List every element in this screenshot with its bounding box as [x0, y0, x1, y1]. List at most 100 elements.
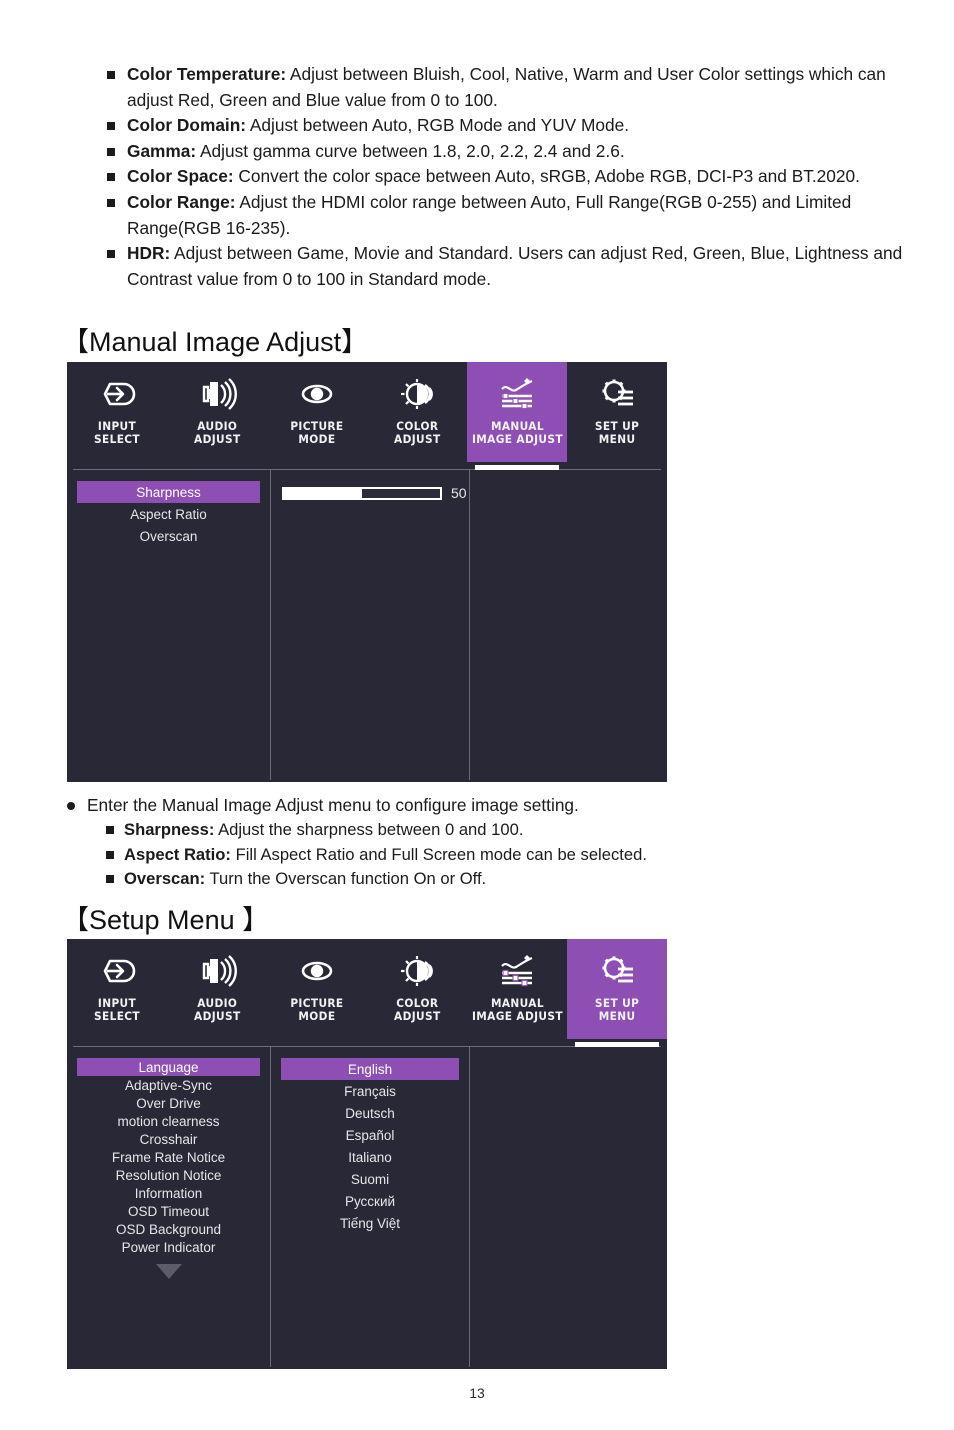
- osd-item[interactable]: Information: [77, 1184, 260, 1202]
- osd-menu-list: Language Adaptive-Sync Over Drive motion cl…: [67, 1047, 270, 1367]
- osd-item[interactable]: OSD Background: [77, 1220, 260, 1238]
- note-term: Aspect Ratio:: [124, 844, 231, 864]
- osd-value-column: 50: [270, 470, 469, 780]
- audio-adjust-icon: [197, 951, 237, 991]
- sharpness-slider-track[interactable]: [282, 486, 442, 500]
- note-item: Aspect Ratio: Fill Aspect Ratio and Full…: [104, 843, 927, 868]
- osd-panel-setup-menu: INPUT SELECT AUDIO ADJUST PICTURE MODE C…: [67, 939, 667, 1369]
- bullet-square-icon: [106, 850, 114, 859]
- osd-item[interactable]: Power Indicator: [77, 1238, 260, 1256]
- osd-tab-picture-mode[interactable]: PICTURE MODE: [267, 939, 367, 1039]
- color-adjust-icon: [397, 951, 437, 991]
- bullet-term: Gamma:: [127, 140, 197, 161]
- osd-tab-label: PICTURE MODE: [290, 996, 344, 1023]
- osd-tab-label: PICTURE MODE: [290, 419, 344, 446]
- osd-item[interactable]: Français: [281, 1080, 459, 1102]
- note-text: Adjust the sharpness between 0 and 100.: [214, 820, 524, 839]
- osd-item[interactable]: motion clearness: [77, 1112, 260, 1130]
- set-up-menu-icon: [597, 951, 637, 991]
- bullet-dot-icon: [67, 802, 75, 810]
- bullet-square-icon: [107, 71, 115, 79]
- bullet-item: Color Temperature: Adjust between Bluish…: [105, 62, 933, 113]
- note-item: Overscan: Turn the Overscan function On …: [104, 867, 927, 892]
- osd-tab-set-up-menu[interactable]: SET UP MENU: [567, 939, 667, 1047]
- osd-item[interactable]: Frame Rate Notice: [77, 1148, 260, 1166]
- osd-tab-label: MANUAL IMAGE ADJUST: [471, 996, 563, 1023]
- osd-tab-label: AUDIO ADJUST: [193, 996, 241, 1023]
- osd-tab-set-up-menu[interactable]: SET UP MENU: [567, 362, 667, 462]
- scroll-down-arrow-icon[interactable]: [155, 1264, 182, 1279]
- osd-item[interactable]: Deutsch: [281, 1102, 459, 1124]
- osd-item[interactable]: Overscan: [77, 525, 260, 547]
- osd-tab-label: SET UP MENU: [594, 996, 640, 1023]
- sharpness-slider-row[interactable]: 50: [271, 481, 469, 501]
- input-select-icon: [97, 951, 137, 991]
- sharpness-slider-value: 50: [451, 485, 467, 501]
- bullet-square-icon: [107, 122, 115, 131]
- bullet-square-icon: [107, 173, 115, 182]
- bullet-term: HDR:: [127, 243, 171, 264]
- osd-item[interactable]: OSD Timeout: [77, 1202, 260, 1220]
- page-number: 13: [469, 1385, 485, 1401]
- osd-panel-manual-image-adjust: INPUT SELECT AUDIO ADJUST PICTURE MODE C…: [67, 362, 667, 782]
- bullet-square-icon: [106, 875, 114, 883]
- bullet-text: Adjust the HDMI color range between Auto…: [127, 191, 852, 238]
- osd-item[interactable]: Aspect Ratio: [77, 503, 260, 525]
- bullet-text: Adjust between Auto, RGB Mode and YUV Mo…: [246, 115, 630, 136]
- osd-tab-audio-adjust[interactable]: AUDIO ADJUST: [167, 939, 267, 1039]
- osd-tab-input-select[interactable]: INPUT SELECT: [67, 362, 167, 462]
- osd-item-selected[interactable]: English: [281, 1058, 459, 1080]
- bullet-term: Color Temperature:: [127, 64, 287, 84]
- osd-tab-audio-adjust[interactable]: AUDIO ADJUST: [167, 362, 267, 462]
- osd-item[interactable]: Adaptive-Sync: [77, 1076, 260, 1094]
- page-title-setup-menu: 【Setup Menu 】: [62, 905, 270, 935]
- osd-detail-column: [469, 470, 667, 780]
- osd-item-selected[interactable]: Language: [77, 1058, 260, 1076]
- input-select-icon: [97, 374, 137, 414]
- osd-tab-label: INPUT SELECT: [93, 419, 140, 446]
- bullet-list: Color Temperature: Adjust between Bluish…: [105, 62, 933, 292]
- osd-tab-manual-image-adjust[interactable]: MANUAL IMAGE ADJUST: [467, 939, 567, 1039]
- note-text: Fill Aspect Ratio and Full Screen mode c…: [230, 844, 647, 864]
- osd-tab-manual-image-adjust[interactable]: MANUAL IMAGE ADJUST: [467, 362, 567, 470]
- bullet-term: Color Space:: [127, 166, 234, 187]
- osd-tab-color-adjust[interactable]: COLOR ADJUST: [367, 939, 467, 1039]
- osd-item-selected[interactable]: Sharpness: [77, 481, 260, 503]
- osd-item[interactable]: Tiếng Việt: [281, 1212, 459, 1234]
- osd-item[interactable]: Italiano: [281, 1146, 459, 1168]
- osd-tab-label: SET UP MENU: [594, 419, 640, 446]
- osd-tab-color-adjust[interactable]: COLOR ADJUST: [367, 362, 467, 462]
- osd-item[interactable]: Русский: [281, 1190, 459, 1212]
- osd-item[interactable]: Suomi: [281, 1168, 459, 1190]
- sharpness-slider-fill: [284, 488, 362, 498]
- manual-image-adjust-icon: [497, 951, 537, 991]
- bullet-text: Adjust between Game, Movie and Standard.…: [127, 243, 903, 289]
- picture-mode-icon: [297, 374, 337, 414]
- osd-item[interactable]: Español: [281, 1124, 459, 1146]
- osd-menu-list: Sharpness Aspect Ratio Overscan: [67, 470, 270, 780]
- bullet-square-icon: [107, 250, 115, 259]
- page-title-manual-image-adjust: 【Manual Image Adjust】: [62, 327, 369, 357]
- osd-tab-input-select[interactable]: INPUT SELECT: [67, 939, 167, 1039]
- osd-item[interactable]: Over Drive: [77, 1094, 260, 1112]
- picture-mode-icon: [297, 951, 337, 991]
- notes-intro-text: Enter the Manual Image Adjust menu to co…: [87, 795, 579, 815]
- bullet-square-icon: [106, 826, 114, 834]
- osd-tab-picture-mode[interactable]: PICTURE MODE: [267, 362, 367, 462]
- osd-item[interactable]: Resolution Notice: [77, 1166, 260, 1184]
- osd-tab-label: COLOR ADJUST: [393, 996, 441, 1023]
- bullet-item: HDR: Adjust between Game, Movie and Stan…: [105, 241, 933, 292]
- color-adjust-description-list: Color Temperature: Adjust between Bluish…: [105, 62, 933, 292]
- set-up-menu-icon: [597, 374, 637, 414]
- note-term: Overscan:: [124, 869, 206, 888]
- bullet-item: Color Range: Adjust the HDMI color range…: [105, 190, 933, 241]
- osd-item[interactable]: Crosshair: [77, 1130, 260, 1148]
- bullet-term: Color Domain:: [127, 115, 247, 136]
- osd-tab-label: INPUT SELECT: [93, 996, 140, 1023]
- color-adjust-icon: [397, 374, 437, 414]
- manual-image-adjust-notes: Enter the Manual Image Adjust menu to co…: [67, 793, 927, 892]
- notes-intro: Enter the Manual Image Adjust menu to co…: [67, 793, 927, 818]
- note-term: Sharpness:: [124, 820, 215, 839]
- audio-adjust-icon: [197, 374, 237, 414]
- bullet-item: Gamma: Adjust gamma curve between 1.8, 2…: [105, 139, 933, 165]
